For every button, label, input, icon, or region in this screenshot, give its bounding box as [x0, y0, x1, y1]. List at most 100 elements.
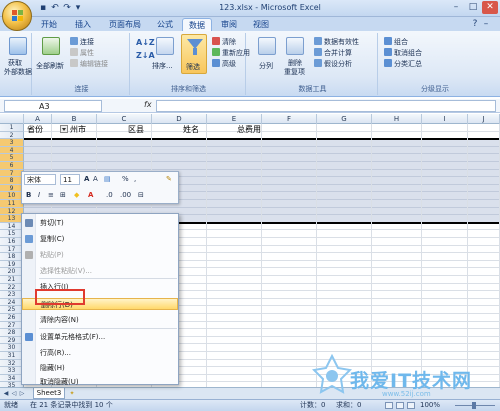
- clear-filter-button[interactable]: 清除: [212, 37, 236, 47]
- customize-quick-access-icon[interactable]: ▾: [73, 3, 83, 13]
- decrease-font-icon[interactable]: A: [93, 174, 98, 185]
- column-header-j[interactable]: J: [468, 114, 500, 124]
- tab-formulas[interactable]: 公式: [152, 18, 178, 31]
- header-cell-total-cost[interactable]: 总费用: [237, 125, 261, 135]
- filter-button[interactable]: 筛选: [181, 34, 207, 74]
- select-all-corner[interactable]: [0, 114, 24, 124]
- menu-item-paste[interactable]: 粘贴(P): [22, 249, 178, 261]
- row-header-6[interactable]: 6: [0, 162, 24, 170]
- menu-item-row-height[interactable]: 行高(R)...: [22, 347, 178, 359]
- accounting-format-icon[interactable]: ▤: [104, 174, 111, 185]
- maximize-button[interactable]: □: [465, 1, 481, 14]
- format-cells-icon: [25, 333, 33, 341]
- menu-item-clear-contents[interactable]: 清除内容(N): [22, 314, 178, 326]
- consolidate-button[interactable]: 合并计算: [314, 48, 352, 58]
- comma-style-icon[interactable]: ,: [134, 174, 136, 185]
- align-center-icon[interactable]: ≡: [48, 190, 54, 201]
- increase-font-icon[interactable]: A: [84, 174, 89, 185]
- font-name-box[interactable]: 宋体: [24, 174, 56, 185]
- get-external-label-2[interactable]: 外部数据: [4, 67, 32, 77]
- header-cell-name[interactable]: 姓名: [183, 125, 199, 135]
- group-button[interactable]: 组合: [384, 37, 408, 47]
- first-sheet-icon[interactable]: ◀: [2, 389, 10, 398]
- ribbon-minimize-icon[interactable]: –: [481, 19, 491, 29]
- filter-dropdown-icon[interactable]: [60, 125, 68, 133]
- properties-button[interactable]: 属性: [70, 48, 94, 58]
- header-cell-province[interactable]: 省份: [27, 125, 43, 135]
- close-button[interactable]: ✕: [482, 1, 498, 14]
- sort-descending-icon[interactable]: Z↓A: [136, 51, 155, 60]
- advanced-filter-button[interactable]: 高级: [212, 59, 236, 69]
- menu-item-cut[interactable]: 剪切(T): [22, 217, 178, 229]
- row-header-1[interactable]: 1: [0, 124, 24, 132]
- refresh-all-button[interactable]: 全部刷新: [36, 61, 64, 71]
- fill-color-icon[interactable]: ◆: [74, 190, 79, 201]
- row-header-4[interactable]: 4: [0, 146, 24, 155]
- column-header-b[interactable]: B: [52, 114, 97, 124]
- data-validation-button[interactable]: 数据有效性: [314, 37, 359, 47]
- column-header-f[interactable]: F: [262, 114, 317, 124]
- format-painter-icon[interactable]: ✎: [166, 174, 172, 185]
- text-to-columns-button[interactable]: 分列: [259, 61, 273, 71]
- menu-item-paste-special[interactable]: 选择性粘贴(V)...: [22, 265, 178, 277]
- tab-home[interactable]: 开始: [36, 18, 62, 31]
- header-cell-district[interactable]: 区县: [128, 125, 144, 135]
- name-box[interactable]: A3: [4, 100, 102, 112]
- tab-insert[interactable]: 插入: [70, 18, 96, 31]
- column-header-c[interactable]: C: [97, 114, 152, 124]
- normal-view-icon[interactable]: [385, 402, 393, 409]
- increase-decimal-icon[interactable]: .0: [106, 190, 113, 201]
- remove-duplicates-label-2[interactable]: 重复项: [284, 67, 305, 77]
- menu-item-copy[interactable]: 复制(C): [22, 233, 178, 245]
- font-size-box[interactable]: 11: [60, 174, 80, 185]
- merge-cells-icon[interactable]: ⊟: [138, 190, 144, 201]
- borders-icon[interactable]: ⊞: [60, 190, 66, 201]
- sheet-tab-sheet3[interactable]: Sheet3: [33, 388, 65, 399]
- tab-review[interactable]: 审阅: [216, 18, 242, 31]
- edit-links-button[interactable]: 编辑链接: [70, 59, 108, 69]
- font-color-icon[interactable]: A: [88, 190, 93, 201]
- column-header-i[interactable]: I: [422, 114, 468, 124]
- tab-page-layout[interactable]: 页面布局: [104, 18, 146, 31]
- row-header-3[interactable]: 3: [0, 139, 24, 147]
- column-header-a[interactable]: A: [24, 114, 52, 124]
- formula-input[interactable]: [156, 100, 496, 112]
- zoom-level[interactable]: 100%: [420, 400, 440, 411]
- office-button[interactable]: [2, 1, 32, 31]
- help-icon[interactable]: ?: [470, 19, 480, 29]
- column-header-e[interactable]: E: [207, 114, 262, 124]
- page-layout-view-icon[interactable]: [396, 402, 404, 409]
- tab-view[interactable]: 视图: [248, 18, 274, 31]
- sort-ascending-icon[interactable]: A↓Z: [136, 38, 155, 47]
- subtotal-button[interactable]: 分类汇总: [384, 59, 422, 69]
- minimize-button[interactable]: –: [448, 1, 464, 14]
- insert-function-icon[interactable]: fx: [144, 100, 152, 109]
- header-cell-city[interactable]: 州市: [70, 125, 86, 135]
- reapply-button[interactable]: 重新应用: [212, 48, 250, 58]
- insert-sheet-icon[interactable]: ✦: [68, 389, 76, 398]
- sort-button[interactable]: 排序...: [152, 61, 173, 71]
- menu-item-format-cells[interactable]: 设置单元格格式(F)...: [22, 331, 178, 343]
- ungroup-button[interactable]: 取消组合: [384, 48, 422, 58]
- column-header-g[interactable]: G: [317, 114, 372, 124]
- row-header-5[interactable]: 5: [0, 154, 24, 162]
- menu-item-unhide[interactable]: 取消隐藏(U): [22, 376, 178, 388]
- decrease-decimal-icon[interactable]: .00: [120, 190, 131, 201]
- prev-sheet-icon[interactable]: ◁: [10, 389, 18, 398]
- zoom-slider-thumb[interactable]: [472, 402, 476, 409]
- row-header-2[interactable]: 2: [0, 131, 24, 140]
- next-sheet-icon[interactable]: ▷: [18, 389, 26, 398]
- menu-item-hide[interactable]: 隐藏(H): [22, 362, 178, 374]
- italic-icon[interactable]: I: [38, 190, 40, 201]
- column-header-h[interactable]: H: [372, 114, 422, 124]
- connections-button[interactable]: 连接: [70, 37, 94, 47]
- percent-style-icon[interactable]: %: [122, 174, 129, 185]
- undo-icon[interactable]: ↶: [50, 3, 60, 13]
- save-icon[interactable]: ▪: [38, 3, 48, 13]
- page-break-view-icon[interactable]: [407, 402, 415, 409]
- redo-icon[interactable]: ↷: [62, 3, 72, 13]
- what-if-button[interactable]: 假设分析: [314, 59, 352, 69]
- column-header-d[interactable]: D: [152, 114, 207, 124]
- bold-icon[interactable]: B: [26, 190, 31, 201]
- tab-data[interactable]: 数据: [182, 18, 212, 31]
